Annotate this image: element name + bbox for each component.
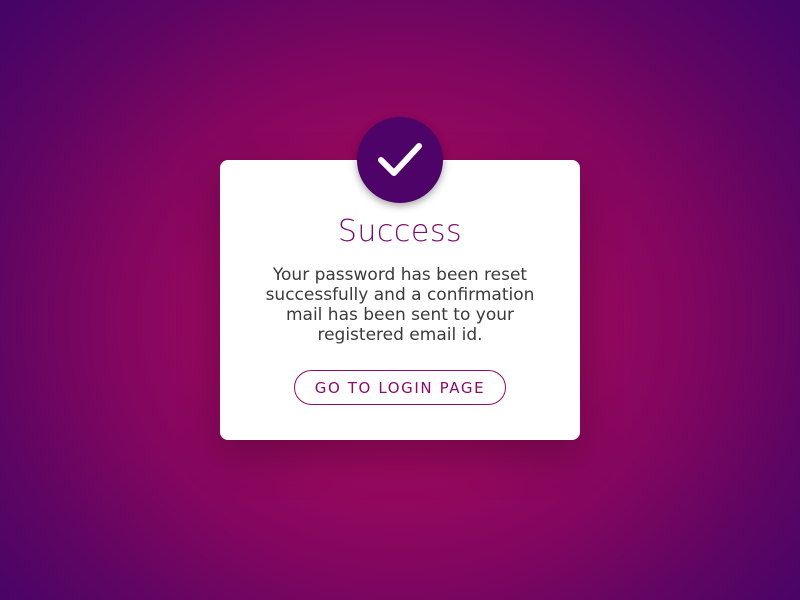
dialog-title: Success	[337, 214, 463, 249]
go-to-login-button[interactable]: GO TO LOGIN PAGE	[294, 370, 506, 405]
checkmark-icon	[378, 143, 422, 176]
dialog-message: Your password has been reset successfull…	[265, 265, 535, 345]
success-badge	[357, 117, 443, 203]
